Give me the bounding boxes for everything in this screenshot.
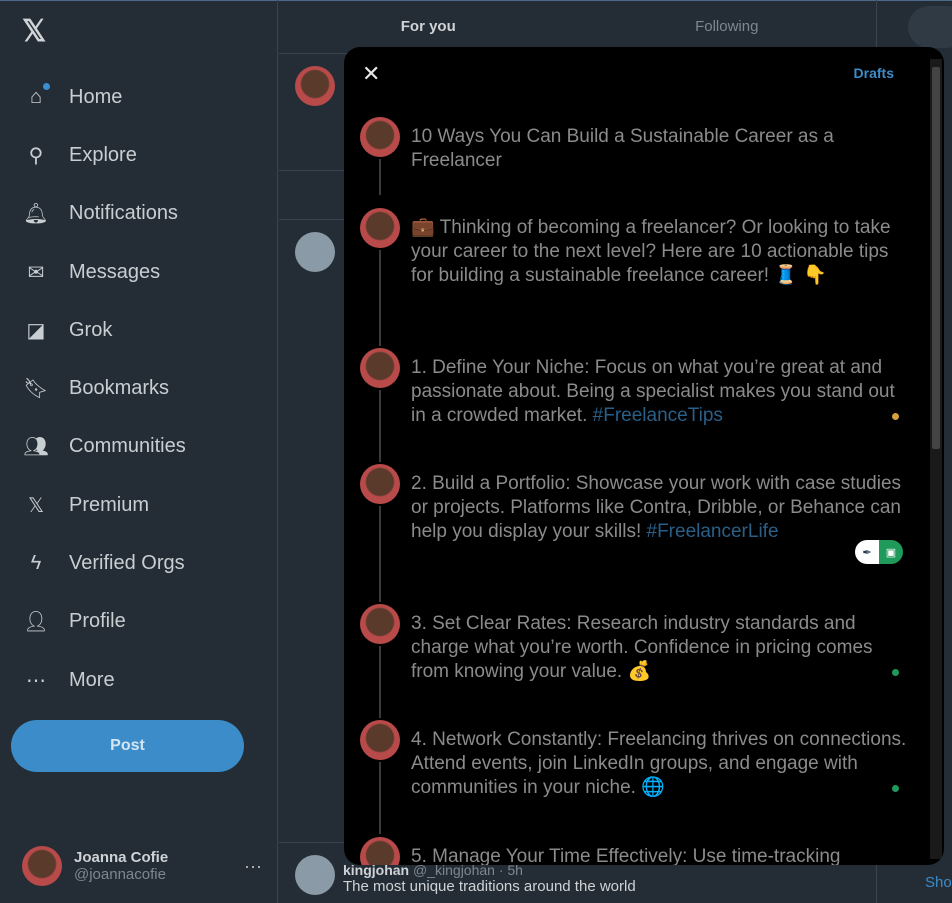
sidebar-item-label: Premium <box>69 493 150 516</box>
thread-line <box>379 159 381 195</box>
person-icon: 👤︎ <box>23 611 49 634</box>
post-text-editor[interactable]: 2. Build a Portfolio: Showcase your work… <box>411 472 911 544</box>
sidebar-item-more[interactable]: ⋯ More <box>22 651 186 709</box>
bookmark-icon: 🔖︎ <box>23 378 49 401</box>
avatar <box>360 464 400 504</box>
post-button[interactable]: Post <box>11 720 244 772</box>
account-name: Joanna Cofie <box>74 849 169 866</box>
post-text: The most unique traditions around the wo… <box>343 878 636 895</box>
grammar-toggle[interactable]: ✒ ▣ <box>855 540 903 564</box>
feather-icon: ✒ <box>855 540 879 564</box>
x-logo[interactable]: 𝕏 <box>22 14 46 49</box>
sidebar-item-label: Communities <box>69 435 186 458</box>
sidebar-item-label: Bookmarks <box>69 377 170 400</box>
notification-dot <box>43 83 50 91</box>
sidebar-item-label: Notifications <box>69 202 178 225</box>
search-icon: ⚲ <box>28 144 44 167</box>
people-icon: 👥︎ <box>23 436 49 459</box>
more-icon[interactable]: ··· <box>244 856 262 877</box>
post-text-editor[interactable]: 4. Network Constantly: Freelancing thriv… <box>411 728 911 800</box>
sidebar-item-label: Home <box>69 85 123 108</box>
search-input[interactable] <box>908 6 952 48</box>
post-text-editor[interactable]: 💼 Thinking of becoming a freelancer? Or … <box>411 216 911 288</box>
sidebar-item-label: More <box>69 668 115 691</box>
post-text-editor[interactable]: 5. Manage Your Time Effectively: Use tim… <box>411 845 911 865</box>
drafts-button[interactable]: Drafts <box>854 65 894 81</box>
lightning-icon: ϟ <box>30 552 42 575</box>
mail-icon: ✉ <box>27 261 45 284</box>
sidebar: 𝕏 ⌂ Home ⚲ Explore 🔔︎ Notifications ✉ Messages ◪… <box>0 0 278 903</box>
thread-line <box>379 762 381 834</box>
post-text-editor[interactable]: 1. Define Your Niche: Focus on what you’… <box>411 356 911 428</box>
sidebar-item-communities[interactable]: 👥︎ Communities <box>22 418 186 476</box>
hashtag-link[interactable]: #FreelanceTips <box>593 405 723 426</box>
scrollbar-thumb[interactable] <box>932 67 940 449</box>
sidebar-item-label: Profile <box>69 610 126 633</box>
more-circle-icon: ⋯ <box>26 669 46 692</box>
status-indicator <box>892 785 899 792</box>
status-indicator <box>892 669 899 676</box>
sidebar-item-bookmarks[interactable]: 🔖︎ Bookmarks <box>22 359 186 417</box>
sidebar-item-verified-orgs[interactable]: ϟ Verified Orgs <box>22 534 186 592</box>
sidebar-item-home[interactable]: ⌂ Home <box>22 68 186 126</box>
close-icon[interactable]: ✕ <box>362 61 380 87</box>
sidebar-item-label: Messages <box>69 260 161 283</box>
avatar <box>360 117 400 157</box>
x-icon: 𝕏 <box>27 494 45 517</box>
avatar[interactable] <box>295 232 335 272</box>
sidebar-item-messages[interactable]: ✉ Messages <box>22 243 186 301</box>
avatar[interactable] <box>295 855 335 895</box>
sidebar-item-label: Verified Orgs <box>69 552 185 575</box>
avatar <box>360 720 400 760</box>
thread-line <box>379 390 381 462</box>
post-text-editor[interactable]: 3. Set Clear Rates: Research industry st… <box>411 612 911 684</box>
thread-line <box>379 646 381 718</box>
sidebar-item-label: Explore <box>69 143 137 166</box>
scrollbar[interactable] <box>930 59 942 859</box>
hashtag-link[interactable]: #FreelancerLife <box>647 521 779 542</box>
avatar <box>22 846 62 886</box>
avatar <box>360 348 400 388</box>
nav: ⌂ Home ⚲ Explore 🔔︎ Notifications ✉ Messages ◪ Gr… <box>22 68 186 709</box>
sidebar-item-label: Grok <box>69 318 113 341</box>
robot-icon: ▣ <box>879 540 903 564</box>
sidebar-item-profile[interactable]: 👤︎ Profile <box>22 593 186 651</box>
sidebar-item-notifications[interactable]: 🔔︎ Notifications <box>22 185 186 243</box>
grok-icon: ◪ <box>26 319 46 342</box>
thread-composer-modal: ✕ Drafts 10 Ways You Can Build a Sustain… <box>344 47 944 865</box>
tab-following[interactable]: Following <box>578 0 877 53</box>
account-switcher[interactable]: Joanna Cofie @joannacofie ··· <box>22 846 262 886</box>
sidebar-item-explore[interactable]: ⚲ Explore <box>22 126 186 184</box>
show-more-link[interactable]: Sho <box>925 874 952 891</box>
thread-line <box>379 250 381 346</box>
avatar[interactable] <box>295 66 335 106</box>
thread-line <box>379 506 381 602</box>
avatar <box>360 604 400 644</box>
home-icon: ⌂ <box>22 83 50 111</box>
avatar <box>360 208 400 248</box>
post-text-editor[interactable]: 10 Ways You Can Build a Sustainable Care… <box>411 125 911 173</box>
account-handle: @joannacofie <box>74 866 166 883</box>
status-indicator <box>892 413 899 420</box>
bell-icon: 🔔︎ <box>23 203 49 226</box>
avatar <box>360 837 400 865</box>
sidebar-item-premium[interactable]: 𝕏 Premium <box>22 476 186 534</box>
tab-for-you[interactable]: For you <box>279 0 578 53</box>
sidebar-item-grok[interactable]: ◪ Grok <box>22 301 186 359</box>
